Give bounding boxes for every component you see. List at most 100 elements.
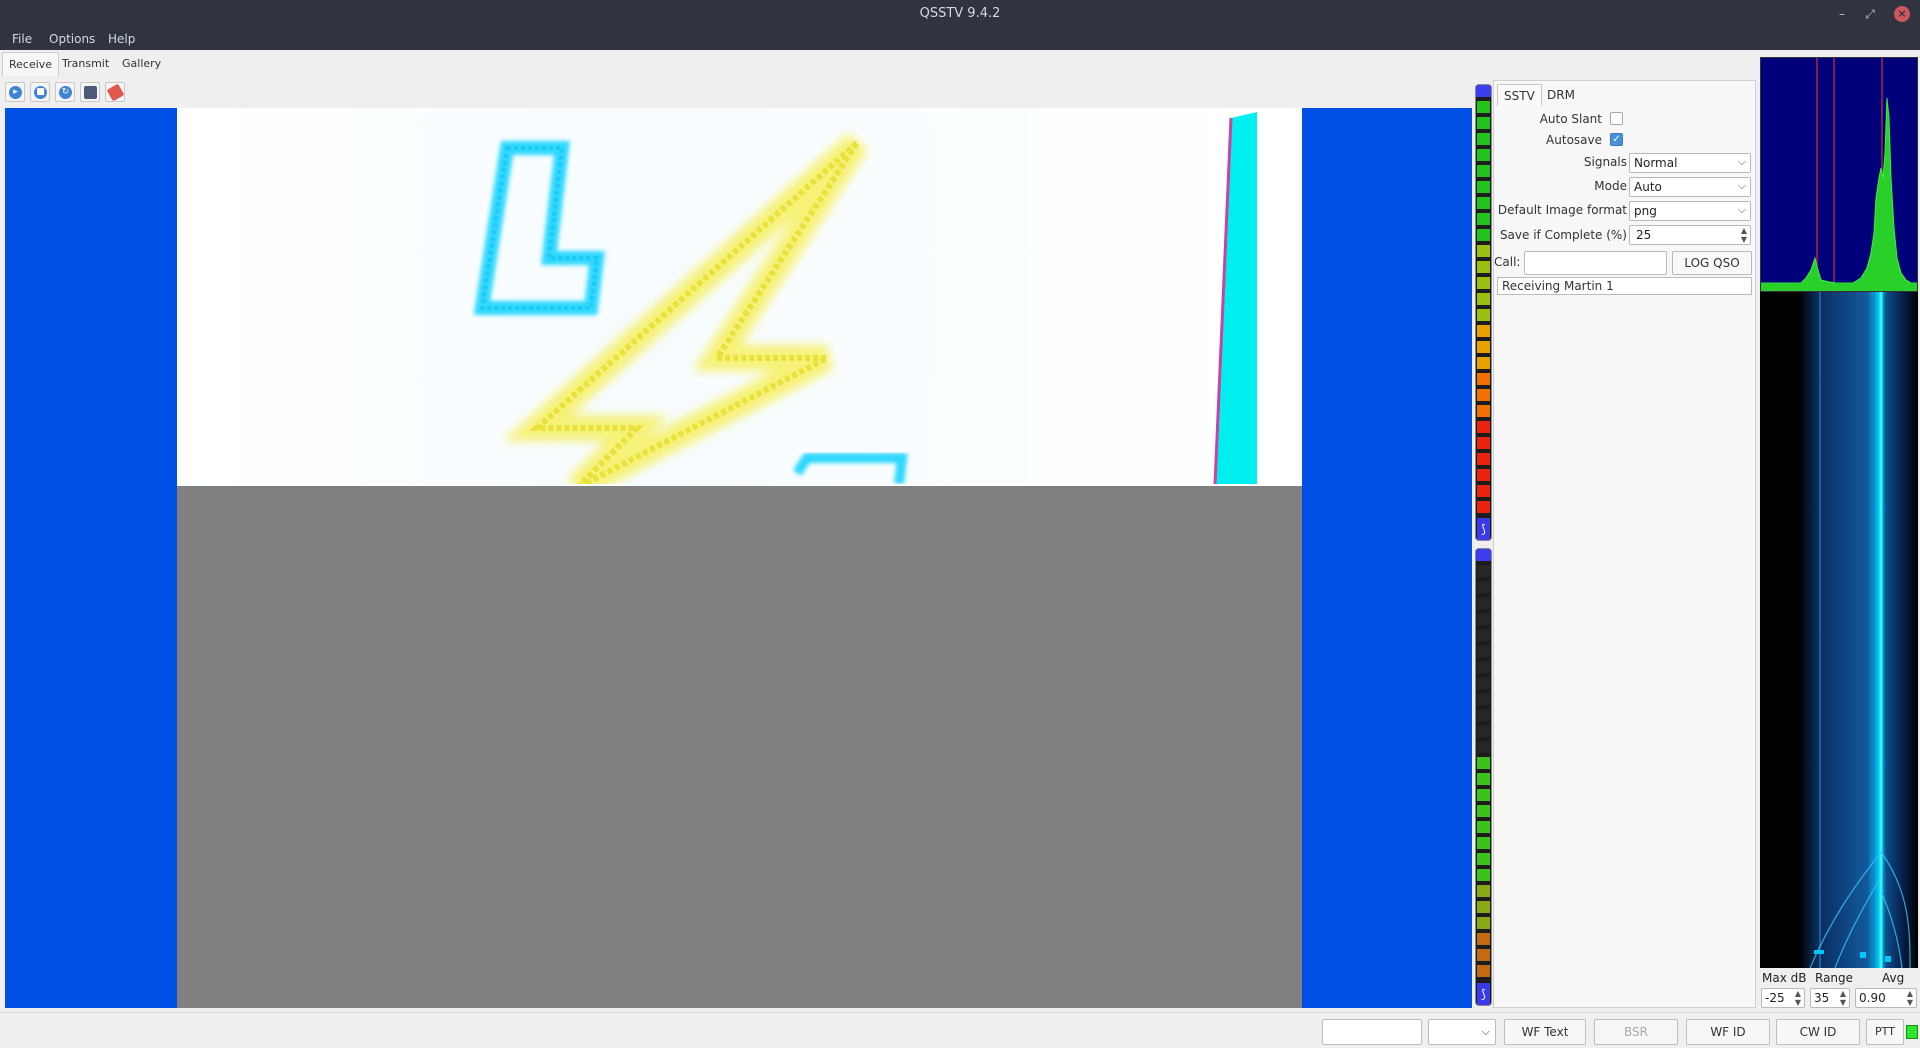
meter-segment [1477, 197, 1490, 209]
spin-arrows-icon[interactable]: ▲ ▼ [1741, 226, 1747, 244]
avg-spinbox[interactable]: 0.90 ▲ ▼ [1855, 988, 1917, 1008]
meter-segment [1477, 405, 1490, 417]
auto-slant-checkbox[interactable] [1610, 112, 1623, 125]
meter-segment [1477, 149, 1490, 161]
meter-segment [1477, 181, 1490, 193]
mode-select[interactable]: Auto ⌵ [1629, 177, 1751, 197]
meter-segment [1477, 421, 1490, 433]
signals-label: Signals [1583, 155, 1627, 169]
waterfall-display [1760, 292, 1918, 968]
statusbar-select[interactable]: ⌵ [1428, 1019, 1496, 1045]
spin-arrows-icon[interactable]: ▲ ▼ [1795, 989, 1801, 1007]
mode-value: Auto [1634, 180, 1662, 194]
meter-segment [1477, 277, 1490, 289]
minimize-icon[interactable]: – [1834, 6, 1850, 22]
autosave-checkbox[interactable]: ✓ [1610, 133, 1623, 146]
log-qso-button[interactable]: LOG QSO [1672, 251, 1752, 275]
decoded-picture [473, 112, 1257, 486]
tab-sstv[interactable]: SSTV [1497, 84, 1542, 106]
start-button[interactable]: ▸ [5, 82, 25, 102]
chevron-down-icon: ⌵ [1737, 203, 1746, 216]
meter-segment [1477, 821, 1490, 833]
signal-level-slider[interactable]: ⟆ [1477, 518, 1490, 540]
wf-id-button[interactable]: WF ID [1686, 1019, 1770, 1045]
close-icon[interactable]: × [1894, 6, 1910, 22]
chevron-down-icon: ⌵ [1737, 179, 1746, 192]
meter-segment [1477, 789, 1490, 801]
meter-segment [1477, 933, 1490, 945]
maximize-icon[interactable]: ⤢ [1862, 6, 1878, 22]
spin-arrows-icon[interactable]: ▲ ▼ [1840, 989, 1846, 1007]
spin-arrows-icon[interactable]: ▲ ▼ [1907, 989, 1913, 1007]
max-db-value: -25 [1765, 991, 1785, 1005]
meter-segment [1477, 965, 1490, 977]
menu-file[interactable]: File [12, 32, 32, 46]
meter-segment [1477, 661, 1490, 673]
autosave-label: Autosave [1546, 133, 1602, 147]
ptt-label: PTT [1866, 1019, 1904, 1045]
stop-button[interactable]: ■ [30, 82, 50, 102]
meter-segment [1477, 213, 1490, 225]
waterfall-controls: Max dB Range Avg -25 ▲ ▼ 35 ▲ ▼ 0.90 ▲ ▼ [1760, 968, 1920, 1013]
save-complete-value: 25 [1636, 228, 1652, 242]
range-spinbox[interactable]: 35 ▲ ▼ [1810, 988, 1850, 1008]
meter-segment [1477, 613, 1490, 625]
range-label: Range [1815, 971, 1854, 985]
call-input[interactable] [1524, 251, 1667, 275]
fft-spectrum [1760, 57, 1918, 292]
meter-segment [1477, 453, 1490, 465]
meter-segment [1477, 949, 1490, 961]
meter-segment [1477, 773, 1490, 785]
spectrum-graph [1761, 58, 1917, 291]
chevron-down-icon: ⌵ [1737, 155, 1746, 168]
tab-transmit[interactable]: Transmit [56, 52, 115, 76]
meter-segment [1477, 501, 1490, 513]
stop-icon: ■ [34, 86, 47, 99]
meter-segment [1477, 101, 1490, 113]
tab-gallery[interactable]: Gallery [116, 52, 167, 76]
wf-text-button[interactable]: WF Text [1504, 1019, 1586, 1045]
image-format-label: Default Image format [1497, 203, 1627, 217]
title-bar: QSSTV 9.4.2 – ⤢ × [0, 0, 1920, 28]
meter-segment [1477, 229, 1490, 241]
save-complete-spinbox[interactable]: 25 ▲ ▼ [1629, 225, 1751, 245]
tab-drm[interactable]: DRM [1541, 84, 1581, 106]
tab-receive[interactable]: Receive [2, 52, 60, 76]
ptt-indicator [1906, 1025, 1918, 1039]
received-image [177, 108, 1302, 1008]
meter-segment [1477, 693, 1490, 705]
meter-segment [1477, 837, 1490, 849]
status-line: Receiving Martin 1 [1497, 277, 1752, 295]
menu-help[interactable]: Help [108, 32, 135, 46]
meter-segment [1477, 645, 1490, 657]
mode-label: Mode [1594, 179, 1627, 193]
received-image-decoded-part [177, 108, 1302, 486]
menu-options[interactable]: Options [49, 32, 95, 46]
resync-button[interactable]: ↻ [55, 82, 75, 102]
meter-segment [1477, 629, 1490, 641]
meter-segment [1477, 325, 1490, 337]
resync-icon: ↻ [59, 86, 72, 99]
meter-segment [1477, 341, 1490, 353]
image-format-select[interactable]: png ⌵ [1629, 201, 1751, 221]
meter-segment [1477, 757, 1490, 769]
sync-level-slider[interactable]: ⟆ [1477, 983, 1490, 1005]
meter-segment [1477, 437, 1490, 449]
cw-id-button[interactable]: CW ID [1776, 1019, 1860, 1045]
meter-segment [1477, 165, 1490, 177]
avg-value: 0.90 [1859, 991, 1886, 1005]
meter-segment [1477, 293, 1490, 305]
start-icon: ▸ [9, 86, 22, 99]
image-format-value: png [1634, 204, 1657, 218]
bsr-button[interactable]: BSR [1594, 1019, 1678, 1045]
meter-segment [1477, 117, 1490, 129]
meter-segment [1477, 597, 1490, 609]
save-button[interactable] [80, 82, 100, 102]
erase-button[interactable] [105, 82, 125, 102]
auto-slant-label: Auto Slant [1539, 112, 1602, 126]
meter-segment [1477, 725, 1490, 737]
erase-icon [106, 83, 125, 102]
signals-select[interactable]: Normal ⌵ [1629, 153, 1751, 173]
meter-segment [1477, 581, 1490, 593]
max-db-spinbox[interactable]: -25 ▲ ▼ [1761, 988, 1805, 1008]
